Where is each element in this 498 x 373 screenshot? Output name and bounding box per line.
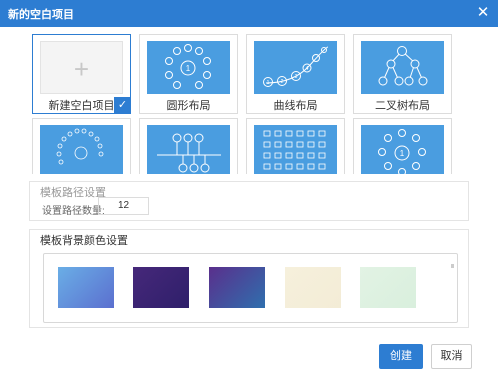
cancel-button[interactable]: 取消 — [431, 344, 472, 369]
close-icon[interactable]: ✕ — [474, 4, 492, 22]
template-card-blank[interactable]: + 新建空白项目 ✓ — [32, 34, 131, 114]
color-swatch[interactable] — [209, 267, 265, 308]
circle-layout-thumbnail: 1 — [147, 41, 230, 94]
svg-text:4: 4 — [306, 66, 309, 72]
svg-text:2: 2 — [281, 79, 284, 85]
scrollbar[interactable] — [451, 264, 454, 268]
template-thumbnail: + — [40, 41, 123, 94]
template-card-spiral[interactable] — [32, 118, 131, 174]
bg-color-title: 模板背景颜色设置 — [40, 235, 128, 247]
fishbone-layout-thumbnail — [147, 125, 230, 174]
svg-text:1: 1 — [400, 149, 405, 158]
template-grid: + 新建空白项目 ✓ 1 圆形布局 1 2 3 4 曲线布局 二叉树布局 1 — [29, 32, 469, 174]
template-card-binary-tree[interactable]: 二叉树布局 — [353, 34, 452, 114]
template-card-fishbone[interactable] — [139, 118, 238, 174]
dialog-title: 新的空白项目 — [8, 9, 74, 21]
svg-text:1: 1 — [267, 80, 270, 86]
color-swatch[interactable] — [285, 267, 341, 308]
spiral-layout-thumbnail — [40, 125, 123, 174]
template-card-grid[interactable] — [246, 118, 345, 174]
svg-text:1: 1 — [186, 64, 191, 73]
path-settings-panel: 模板路径设置 设置路径数量: 12 — [29, 181, 469, 221]
create-button[interactable]: 创建 — [379, 344, 423, 369]
plus-icon: + — [73, 54, 90, 84]
color-swatch[interactable] — [58, 267, 114, 308]
path-count-label: 设置路径数量: — [42, 206, 105, 217]
svg-text:3: 3 — [295, 74, 298, 80]
path-settings-title: 模板路径设置 — [40, 187, 106, 199]
radial-layout-thumbnail: 1 — [361, 125, 444, 174]
swatch-list — [43, 253, 458, 323]
path-count-input[interactable]: 12 — [98, 197, 149, 215]
template-label: 曲线布局 — [273, 100, 318, 112]
color-swatch[interactable] — [360, 267, 416, 308]
checkmark-icon: ✓ — [114, 97, 131, 114]
title-bar: 新的空白项目 ✕ — [0, 0, 498, 27]
color-swatch[interactable] — [133, 267, 189, 308]
template-label: 圆形布局 — [166, 100, 211, 112]
grid-layout-thumbnail — [254, 125, 337, 174]
template-label: 二叉树布局 — [375, 100, 430, 112]
curve-layout-thumbnail: 1 2 3 4 — [254, 41, 337, 94]
bg-color-panel: 模板背景颜色设置 — [29, 229, 469, 328]
template-card-radial[interactable]: 1 — [353, 118, 452, 174]
binary-tree-thumbnail — [361, 41, 444, 94]
template-card-circle[interactable]: 1 圆形布局 — [139, 34, 238, 114]
template-card-curve[interactable]: 1 2 3 4 曲线布局 — [246, 34, 345, 114]
